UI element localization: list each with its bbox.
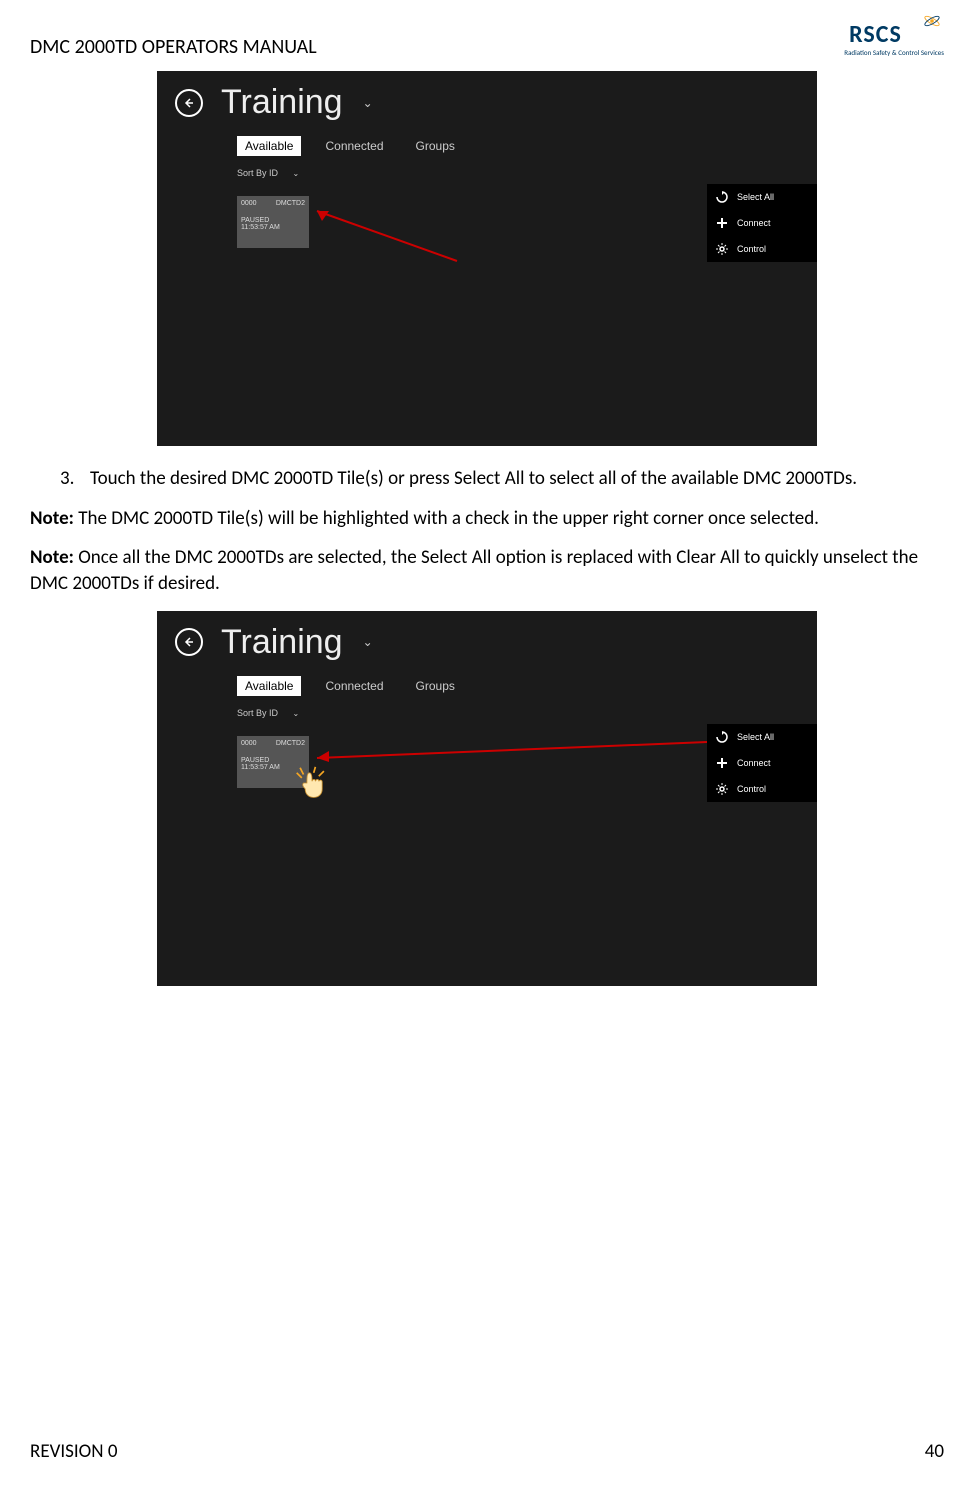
atom-icon xyxy=(923,12,941,30)
doc-header: DMC 2000TD OPERATORS MANUAL RSCS Radiati… xyxy=(30,20,944,59)
page-number: 40 xyxy=(925,1440,944,1463)
note-1: Note: The DMC 2000TD Tile(s) will be hig… xyxy=(30,506,944,532)
tile-model: DMCTD2 xyxy=(276,200,305,207)
control-label: Control xyxy=(737,784,766,794)
chevron-down-icon[interactable]: ⌄ xyxy=(363,96,373,110)
sort-selector[interactable]: Sort By ID ⌄ xyxy=(157,156,817,178)
select-all-button[interactable]: Select All xyxy=(707,184,817,210)
tab-available[interactable]: Available xyxy=(237,136,301,156)
connect-label: Connect xyxy=(737,218,771,228)
note-1-text: The DMC 2000TD Tile(s) will be highlight… xyxy=(74,507,819,530)
sort-label: Sort By ID xyxy=(237,168,278,178)
app-screenshot-1: Training ⌄ Available Connected Groups So… xyxy=(157,71,817,446)
sort-selector[interactable]: Sort By ID ⌄ xyxy=(157,696,817,718)
plus-icon xyxy=(715,216,729,230)
sort-label: Sort By ID xyxy=(237,708,278,718)
tab-bar: Available Connected Groups xyxy=(157,666,817,696)
tab-connected[interactable]: Connected xyxy=(317,676,391,696)
note-2-text: Once all the DMC 2000TDs are selected, t… xyxy=(30,546,918,595)
screen-title: Training xyxy=(221,83,343,122)
step-text: Touch the desired DMC 2000TD Tile(s) or … xyxy=(90,466,857,492)
select-all-button[interactable]: Select All xyxy=(707,724,817,750)
gear-icon xyxy=(715,782,729,796)
connect-button[interactable]: Connect xyxy=(707,750,817,776)
tab-groups[interactable]: Groups xyxy=(408,136,463,156)
note-2: Note: Once all the DMC 2000TDs are selec… xyxy=(30,545,944,596)
note-label: Note: xyxy=(30,507,74,530)
side-action-panel: Select All Connect Control xyxy=(707,724,817,802)
tile-status: PAUSED xyxy=(241,217,305,224)
tile-id: 0000 xyxy=(241,200,257,207)
doc-title: DMC 2000TD OPERATORS MANUAL xyxy=(30,20,317,59)
logo-text: RSCS xyxy=(849,20,902,49)
note-label: Note: xyxy=(30,546,74,569)
back-button[interactable] xyxy=(175,628,203,656)
tab-groups[interactable]: Groups xyxy=(408,676,463,696)
tab-bar: Available Connected Groups xyxy=(157,126,817,156)
tile-status: PAUSED xyxy=(241,757,305,764)
control-button[interactable]: Control xyxy=(707,236,817,262)
select-all-label: Select All xyxy=(737,732,774,742)
logo-subtitle: Radiation Safety & Control Services xyxy=(844,48,944,57)
tile-model: DMCTD2 xyxy=(276,740,305,747)
connect-label: Connect xyxy=(737,758,771,768)
select-all-label: Select All xyxy=(737,192,774,202)
arrow-left-icon xyxy=(183,636,195,648)
tile-id: 0000 xyxy=(241,740,257,747)
tab-connected[interactable]: Connected xyxy=(317,136,391,156)
callout-arrow-icon xyxy=(307,736,717,766)
doc-footer: REVISION 0 40 xyxy=(30,1440,944,1463)
side-action-panel: Select All Connect Control xyxy=(707,184,817,262)
refresh-icon xyxy=(715,730,729,744)
plus-icon xyxy=(715,756,729,770)
arrow-left-icon xyxy=(183,97,195,109)
tab-available[interactable]: Available xyxy=(237,676,301,696)
chevron-down-icon[interactable]: ⌄ xyxy=(363,635,373,649)
chevron-down-icon: ⌄ xyxy=(293,709,300,718)
gear-icon xyxy=(715,242,729,256)
tile-time: 11:53:57 AM xyxy=(241,224,305,231)
device-tile[interactable]: 0000 DMCTD2 PAUSED 11:53:57 AM xyxy=(237,196,309,248)
refresh-icon xyxy=(715,190,729,204)
step-number: 3. xyxy=(60,466,90,492)
back-button[interactable] xyxy=(175,89,203,117)
connect-button[interactable]: Connect xyxy=(707,210,817,236)
pointer-hand-icon xyxy=(295,766,329,800)
control-label: Control xyxy=(737,244,766,254)
revision-label: REVISION 0 xyxy=(30,1440,117,1463)
callout-arrow-icon xyxy=(307,201,467,271)
app-screenshot-2: Training ⌄ Available Connected Groups So… xyxy=(157,611,817,986)
logo: RSCS Radiation Safety & Control Services xyxy=(844,20,944,57)
step-3: 3. Touch the desired DMC 2000TD Tile(s) … xyxy=(30,466,944,492)
control-button[interactable]: Control xyxy=(707,776,817,802)
screen-title: Training xyxy=(221,623,343,662)
chevron-down-icon: ⌄ xyxy=(293,169,300,178)
